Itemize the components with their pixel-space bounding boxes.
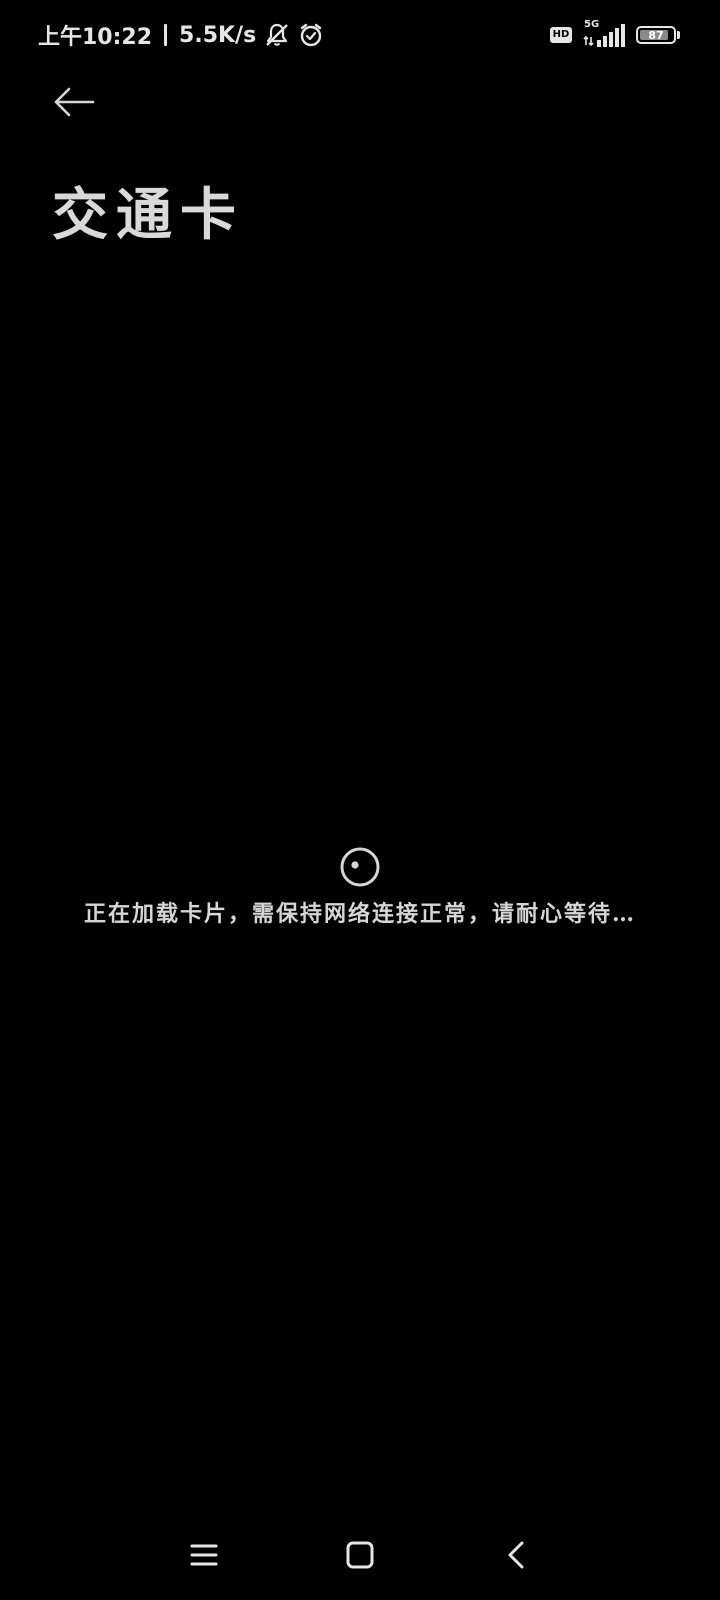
arrow-left-icon <box>52 86 96 122</box>
battery-level: 87 <box>648 28 664 42</box>
bell-muted-icon <box>264 22 290 48</box>
battery-tip <box>677 31 680 39</box>
back-button[interactable] <box>48 82 100 126</box>
menu-button[interactable] <box>174 1532 234 1582</box>
status-bar: 上午10:22 5.5K/s HD 5G 87 <box>0 0 720 70</box>
status-separator <box>164 24 168 46</box>
back-chevron-icon <box>504 1540 528 1574</box>
status-time: 上午10:22 <box>38 25 153 50</box>
navigation-bar <box>0 1520 720 1600</box>
alarm-clock-icon <box>298 22 324 48</box>
home-icon <box>345 1540 375 1574</box>
menu-icon <box>189 1542 219 1572</box>
nav-back-button[interactable] <box>486 1532 546 1582</box>
status-bar-left: 上午10:22 5.5K/s <box>38 18 324 52</box>
signal-5g-icon: 5G <box>582 19 626 49</box>
loading-spinner-icon <box>339 846 381 888</box>
status-net-speed: 5.5K/s <box>179 22 257 48</box>
page-title: 交通卡 <box>52 182 244 248</box>
hd-icon: HD <box>550 27 572 43</box>
home-button[interactable] <box>330 1532 390 1582</box>
loading-message: 正在加载卡片，需保持网络连接正常，请耐心等待… <box>83 901 636 927</box>
battery-icon: 87 <box>636 26 676 44</box>
status-bar-right: HD 5G 87 <box>550 19 680 50</box>
